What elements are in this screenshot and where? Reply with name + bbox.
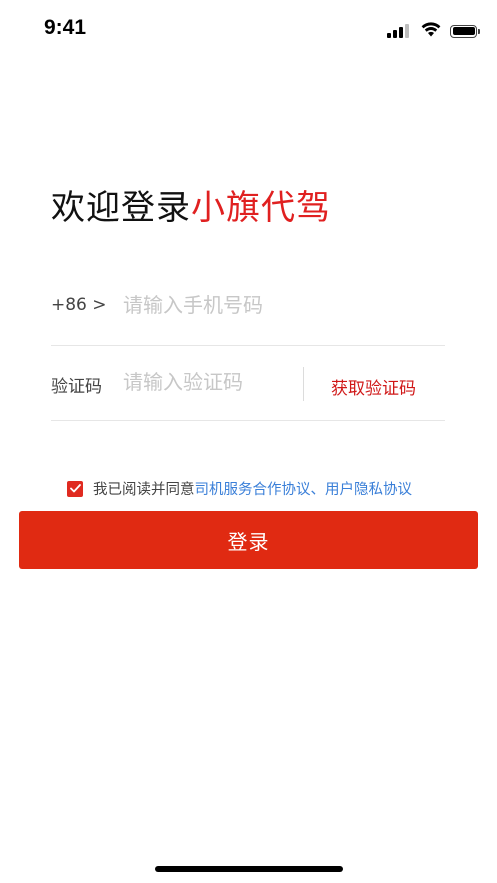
brand-name: 小旗代驾 <box>191 188 331 228</box>
get-code-button[interactable]: 获取验证码 <box>331 374 416 399</box>
agreement-row: 我已阅读并同意 司机服务合作协议、用户隐私协议 <box>67 478 412 499</box>
page-title: 欢迎登录小旗代驾 <box>51 180 331 229</box>
phone-input[interactable] <box>123 288 343 322</box>
country-code-selector[interactable]: +86 > <box>51 295 107 315</box>
checkmark-icon <box>69 484 81 493</box>
welcome-text: 欢迎登录 <box>51 188 191 228</box>
code-row: 验证码 获取验证码 <box>51 360 445 421</box>
privacy-policy-link[interactable]: 用户隐私协议 <box>325 478 412 499</box>
agreement-text: 我已阅读并同意 <box>93 482 195 498</box>
status-time: 9:41 <box>44 16 87 39</box>
login-screen: 9:41 欢迎登录小旗代驾 +86 > 验证 <box>0 0 497 883</box>
driver-service-agreement-link[interactable]: 司机服务合作协议 <box>195 478 311 499</box>
agreement-checkbox[interactable] <box>67 480 83 497</box>
wifi-icon <box>421 21 441 41</box>
agreement-separator: 、 <box>310 482 326 498</box>
status-bar: 9:41 <box>0 0 497 60</box>
cellular-signal-icon <box>387 24 411 38</box>
battery-icon <box>450 24 480 38</box>
status-icons <box>387 21 480 41</box>
home-indicator[interactable] <box>155 866 343 872</box>
phone-row: +86 > <box>51 283 445 346</box>
code-label: 验证码 <box>51 377 102 397</box>
vertical-divider <box>303 367 304 401</box>
login-button[interactable]: 登录 <box>19 511 478 569</box>
verification-code-input[interactable] <box>123 365 293 399</box>
